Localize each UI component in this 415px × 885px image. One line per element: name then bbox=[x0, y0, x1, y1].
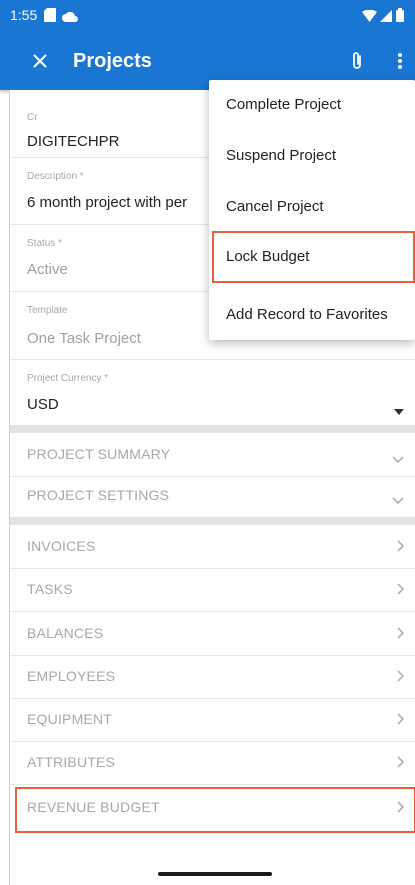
section-employees[interactable]: EMPLOYEES bbox=[10, 655, 415, 699]
page-title: Projects bbox=[73, 50, 152, 72]
section-tasks[interactable]: TASKS bbox=[10, 568, 415, 612]
chevron-right-icon bbox=[397, 755, 405, 773]
description-label: Description * bbox=[27, 171, 84, 182]
status-time: 1:55 bbox=[10, 7, 38, 23]
battery-icon bbox=[396, 8, 404, 27]
menu-item-label: Suspend Project bbox=[226, 147, 337, 164]
attach-button[interactable] bbox=[345, 47, 369, 75]
group-label: PROJECT SUMMARY bbox=[27, 446, 171, 462]
chevron-right-icon bbox=[397, 582, 405, 600]
section-divider bbox=[10, 425, 415, 433]
section-label: BALANCES bbox=[27, 625, 104, 641]
section-attributes[interactable]: ATTRIBUTES bbox=[10, 741, 415, 785]
menu-item-add-to-favorites[interactable]: Add Record to Favorites bbox=[209, 293, 415, 343]
chevron-right-icon bbox=[397, 712, 405, 730]
section-equipment[interactable]: EQUIPMENT bbox=[10, 698, 415, 742]
menu-item-cancel-project[interactable]: Cancel Project bbox=[209, 182, 415, 232]
section-divider bbox=[10, 517, 415, 525]
section-label: ATTRIBUTES bbox=[27, 754, 116, 770]
menu-item-label: Cancel Project bbox=[226, 198, 324, 215]
chevron-down-icon bbox=[392, 491, 404, 509]
chevron-right-icon bbox=[397, 669, 405, 687]
group-label: PROJECT SETTINGS bbox=[27, 487, 170, 503]
group-project-summary[interactable]: PROJECT SUMMARY bbox=[10, 433, 415, 477]
overflow-menu: Complete Project Suspend Project Cancel … bbox=[209, 80, 415, 340]
template-label: Template bbox=[27, 305, 68, 316]
more-options-button[interactable] bbox=[390, 47, 410, 75]
section-balances[interactable]: BALANCES bbox=[10, 612, 415, 656]
wifi-icon bbox=[362, 9, 377, 27]
signal-icon bbox=[380, 9, 392, 27]
menu-item-suspend-project[interactable]: Suspend Project bbox=[209, 131, 415, 181]
status-label: Status * bbox=[27, 238, 63, 249]
chevron-down-icon bbox=[392, 450, 404, 468]
cloud-icon bbox=[62, 9, 78, 27]
chevron-right-icon bbox=[397, 626, 405, 644]
sim-card-icon bbox=[44, 8, 56, 27]
section-label: EQUIPMENT bbox=[27, 711, 113, 727]
dropdown-caret-icon bbox=[394, 402, 404, 420]
section-invoices[interactable]: INVOICES bbox=[10, 525, 415, 569]
close-icon bbox=[33, 54, 47, 68]
group-project-settings[interactable]: PROJECT SETTINGS bbox=[10, 474, 415, 518]
chevron-right-icon bbox=[397, 539, 405, 557]
currency-field[interactable]: Project Currency * USD bbox=[10, 360, 415, 425]
section-label: EMPLOYEES bbox=[27, 668, 116, 684]
section-label: TASKS bbox=[27, 581, 73, 597]
currency-label: Project Currency * bbox=[27, 373, 109, 384]
section-label: INVOICES bbox=[27, 538, 96, 554]
currency-value: USD bbox=[27, 396, 59, 413]
highlight-box bbox=[212, 231, 415, 283]
highlight-box bbox=[15, 787, 415, 833]
more-vert-icon bbox=[398, 53, 402, 69]
menu-item-label: Add Record to Favorites bbox=[226, 306, 388, 323]
menu-item-label: Complete Project bbox=[226, 96, 342, 113]
close-button[interactable] bbox=[28, 49, 52, 73]
home-indicator[interactable] bbox=[158, 872, 272, 876]
cr-label: Cr bbox=[27, 112, 38, 123]
menu-item-complete-project[interactable]: Complete Project bbox=[209, 80, 415, 130]
status-bar: 1:55 bbox=[0, 0, 415, 32]
paperclip-icon bbox=[353, 52, 361, 69]
